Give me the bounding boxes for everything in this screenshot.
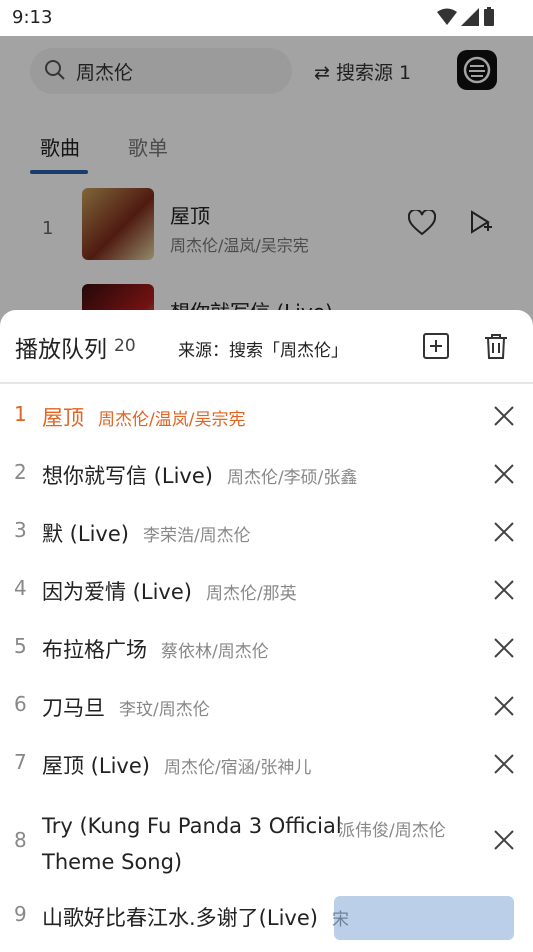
queue-item[interactable]: 5 布拉格广场 蔡依林/周杰伦 <box>0 634 533 684</box>
queue-item-index: 2 <box>14 460 27 484</box>
divider <box>0 382 533 384</box>
status-time: 9:13 <box>12 7 53 28</box>
queue-item-title-line2: Theme Song) <box>42 850 183 874</box>
queue-item[interactable]: 6 刀马旦 李玟/周杰伦 <box>0 692 533 742</box>
queue-item-index: 4 <box>14 576 27 600</box>
queue-item[interactable]: 4 因为爱情 (Live) 周杰伦/那英 <box>0 576 533 626</box>
close-icon[interactable] <box>494 406 514 426</box>
queue-title: 播放队列 <box>15 337 107 363</box>
queue-item-title: 想你就写信 (Live) <box>42 464 213 488</box>
queue-item-artist: 周杰伦/温岚/吴宗宪 <box>98 410 246 430</box>
close-icon[interactable] <box>494 830 514 850</box>
status-bar: 9:13 <box>0 0 533 36</box>
trash-icon[interactable] <box>483 332 509 360</box>
play-queue-sheet: 播放队列 20 来源：搜索「周杰伦」 1 屋顶 周杰伦/温岚/吴宗宪 2 想你就写… <box>0 310 533 948</box>
queue-count: 20 <box>114 336 136 356</box>
close-icon[interactable] <box>494 522 514 542</box>
queue-item-index: 1 <box>14 402 27 426</box>
queue-item-index: 9 <box>14 902 27 926</box>
queue-header: 播放队列 20 来源：搜索「周杰伦」 <box>0 310 533 382</box>
close-icon[interactable] <box>494 580 514 600</box>
queue-item[interactable]: 8 Try (Kung Fu Panda 3 Official Theme So… <box>0 808 533 894</box>
queue-item-title: 山歌好比春江水.多谢了(Live) <box>42 906 318 930</box>
queue-item[interactable]: 7 屋顶 (Live) 周杰伦/宿涵/张神儿 <box>0 750 533 800</box>
queue-item-index: 3 <box>14 518 27 542</box>
queue-item[interactable]: 1 屋顶 周杰伦/温岚/吴宗宪 <box>0 402 533 452</box>
queue-item-artist: 李玟/周杰伦 <box>119 700 210 720</box>
queue-item-title: 布拉格广场 <box>42 638 147 662</box>
queue-item-artist: 周杰伦/那英 <box>205 584 297 604</box>
queue-item-artist: 蔡依林/周杰伦 <box>161 642 269 662</box>
queue-item-index: 8 <box>14 828 27 852</box>
queue-item[interactable]: 3 默 (Live) 李荣浩/周杰伦 <box>0 518 533 568</box>
queue-item-title: 因为爱情 (Live) <box>42 580 192 604</box>
queue-item-index: 6 <box>14 692 27 716</box>
add-to-playlist-icon[interactable] <box>422 332 450 360</box>
wifi-icon <box>437 8 457 25</box>
queue-item-title: Try (Kung Fu Panda 3 Official <box>42 814 342 838</box>
queue-item-title: 默 (Live) <box>42 522 129 546</box>
close-icon[interactable] <box>494 696 514 716</box>
queue-item[interactable]: 2 想你就写信 (Live) 周杰伦/李硕/张鑫 <box>0 460 533 510</box>
signal-icon <box>461 8 479 26</box>
queue-source: 来源：搜索「周杰伦」 <box>178 341 348 361</box>
queue-item-title: 刀马旦 <box>42 696 105 720</box>
close-icon[interactable] <box>494 464 514 484</box>
queue-item-title: 屋顶 (Live) <box>42 754 150 778</box>
queue-item-index: 5 <box>14 634 27 658</box>
queue-item-title: 屋顶 <box>42 406 84 430</box>
queue-item-artist: 周杰伦/李硕/张鑫 <box>226 468 358 488</box>
queue-item-index: 7 <box>14 750 27 774</box>
close-icon[interactable] <box>494 754 514 774</box>
close-icon[interactable] <box>494 638 514 658</box>
queue-item-artist: 李荣浩/周杰伦 <box>142 526 251 546</box>
status-icons <box>437 7 495 27</box>
queue-item-artist: 周杰伦/宿涵/张神儿 <box>163 758 312 778</box>
battery-icon <box>484 7 494 26</box>
watermark-logo <box>334 896 514 940</box>
queue-item-artist: 派伟俊/周杰伦 <box>338 821 446 841</box>
